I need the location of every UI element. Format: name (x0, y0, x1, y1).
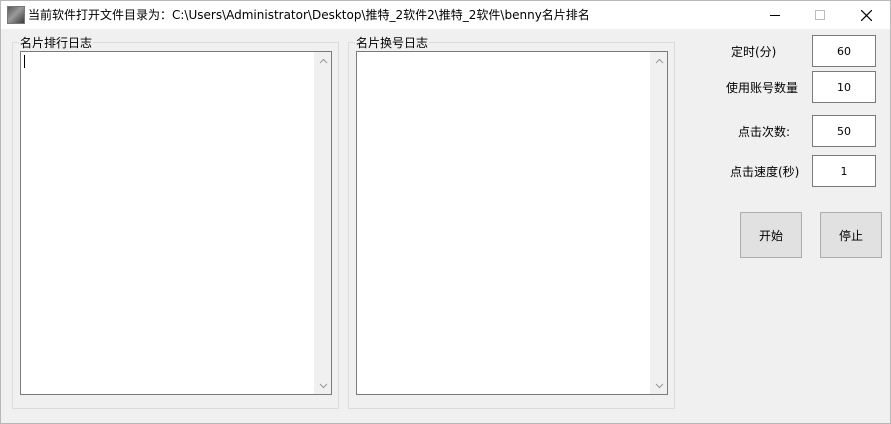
maximize-icon (815, 10, 825, 20)
minimize-button[interactable] (752, 1, 798, 29)
title-bar[interactable]: 当前软件打开文件目录为：C:\Users\Administrator\Deskt… (1, 1, 890, 29)
switch-log-textarea[interactable] (356, 51, 668, 395)
scroll-down-icon[interactable] (651, 377, 668, 394)
close-icon (860, 9, 872, 21)
scroll-up-icon[interactable] (315, 52, 332, 69)
stop-button[interactable]: 停止 (820, 212, 882, 258)
clicks-input[interactable] (812, 115, 876, 147)
main-window: 当前软件打开文件目录为：C:\Users\Administrator\Deskt… (0, 0, 891, 424)
start-button[interactable]: 开始 (740, 212, 802, 258)
accounts-label: 使用账号数量 (726, 81, 799, 95)
minimize-icon (770, 15, 780, 16)
scroll-up-icon[interactable] (651, 52, 668, 69)
timer-input[interactable] (812, 35, 876, 67)
app-icon (7, 6, 25, 24)
text-caret (24, 55, 25, 68)
scroll-down-icon[interactable] (315, 377, 332, 394)
switch-log-label: 名片换号日志 (355, 34, 430, 51)
ranking-log-textarea[interactable] (20, 51, 332, 395)
maximize-button[interactable] (797, 1, 843, 29)
close-button[interactable] (843, 1, 889, 29)
ranking-log-group: 名片排行日志 (12, 34, 339, 409)
switch-log-scrollbar[interactable] (650, 52, 667, 394)
switch-log-group: 名片换号日志 (348, 34, 675, 409)
speed-input[interactable] (812, 155, 876, 187)
ranking-log-label: 名片排行日志 (19, 34, 94, 51)
window-title: 当前软件打开文件目录为：C:\Users\Administrator\Deskt… (28, 8, 590, 22)
accounts-input[interactable] (812, 71, 876, 103)
ranking-log-scrollbar[interactable] (314, 52, 331, 394)
timer-label: 定时(分) (731, 45, 777, 59)
speed-label: 点击速度(秒) (730, 165, 800, 179)
clicks-label: 点击次数: (738, 125, 791, 139)
